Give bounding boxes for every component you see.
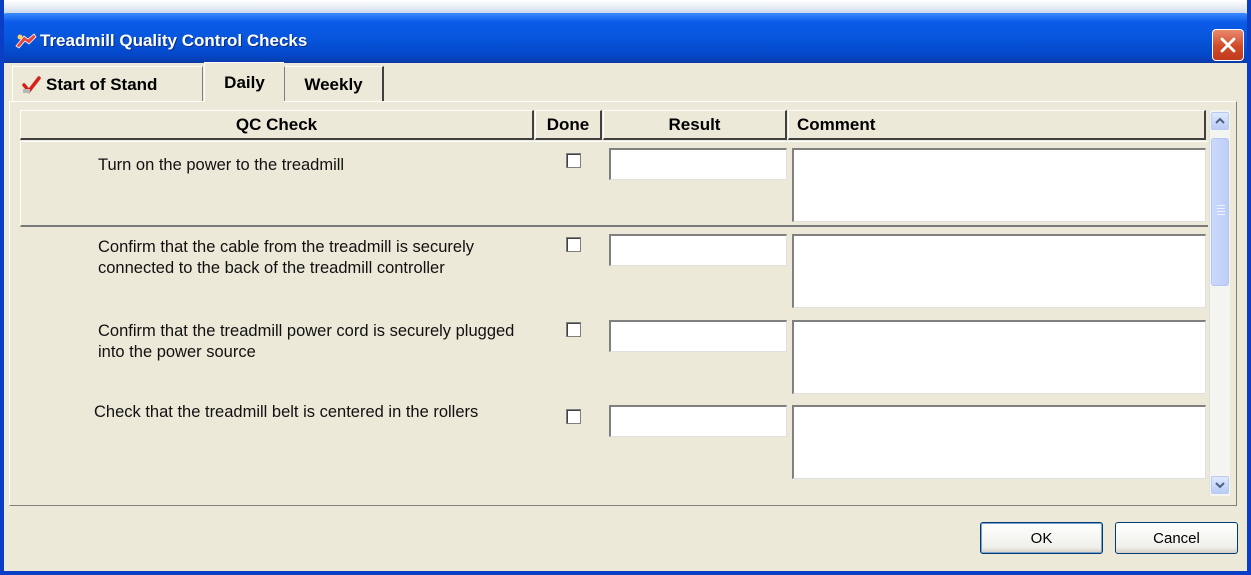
result-input[interactable] bbox=[609, 405, 787, 437]
qc-check-text: Confirm that the treadmill power cord is… bbox=[98, 322, 515, 361]
comment-input[interactable] bbox=[792, 148, 1206, 222]
header-label: QC Check bbox=[235, 114, 318, 134]
header-label: Comment bbox=[797, 114, 876, 134]
table-row: Confirm that the cable from the treadmil… bbox=[20, 229, 1208, 315]
scroll-thumb[interactable] bbox=[1211, 138, 1229, 286]
cancel-button[interactable]: Cancel bbox=[1115, 522, 1238, 554]
tab-weekly[interactable]: Weekly bbox=[284, 66, 384, 102]
result-input[interactable] bbox=[609, 234, 787, 266]
done-checkbox[interactable] bbox=[566, 153, 581, 168]
header-label: Result bbox=[668, 114, 721, 134]
tab-daily[interactable]: Daily bbox=[204, 62, 284, 102]
tab-label: Weekly bbox=[304, 74, 363, 94]
qc-check-text: Turn on the power to the treadmill bbox=[98, 156, 345, 174]
column-header-comment[interactable]: Comment bbox=[788, 110, 1206, 140]
comment-input[interactable] bbox=[792, 234, 1206, 308]
red-checkmark-icon bbox=[21, 75, 41, 95]
done-checkbox[interactable] bbox=[566, 322, 581, 337]
done-checkbox[interactable] bbox=[566, 409, 581, 424]
header-label: Done bbox=[546, 114, 590, 134]
chevron-down-icon bbox=[1215, 482, 1225, 489]
comment-input[interactable] bbox=[792, 405, 1206, 479]
column-header-qc-check[interactable]: QC Check bbox=[20, 110, 534, 140]
comment-input[interactable] bbox=[792, 320, 1206, 394]
tab-start-of-stand[interactable]: Start of Stand bbox=[12, 66, 203, 102]
scroll-down-button[interactable] bbox=[1211, 476, 1229, 494]
table-row: Check that the treadmill belt is centere… bbox=[20, 400, 1208, 492]
ok-button[interactable]: OK bbox=[980, 522, 1103, 554]
chevron-up-icon bbox=[1215, 117, 1225, 124]
column-header-done[interactable]: Done bbox=[535, 110, 602, 140]
table-row: Turn on the power to the treadmill bbox=[20, 141, 1208, 227]
column-header-result[interactable]: Result bbox=[603, 110, 787, 140]
table-row: Confirm that the treadmill power cord is… bbox=[20, 316, 1208, 402]
qc-check-text: Confirm that the cable from the treadmil… bbox=[98, 238, 474, 277]
qc-check-text: Check that the treadmill belt is centere… bbox=[94, 403, 479, 421]
tab-label: Start of Stand bbox=[46, 74, 158, 94]
tab-label: Daily bbox=[224, 72, 265, 92]
result-input[interactable] bbox=[609, 148, 787, 180]
result-input[interactable] bbox=[609, 320, 787, 352]
done-checkbox[interactable] bbox=[566, 237, 581, 252]
scroll-up-button[interactable] bbox=[1211, 112, 1229, 130]
vertical-scrollbar[interactable] bbox=[1209, 110, 1230, 496]
